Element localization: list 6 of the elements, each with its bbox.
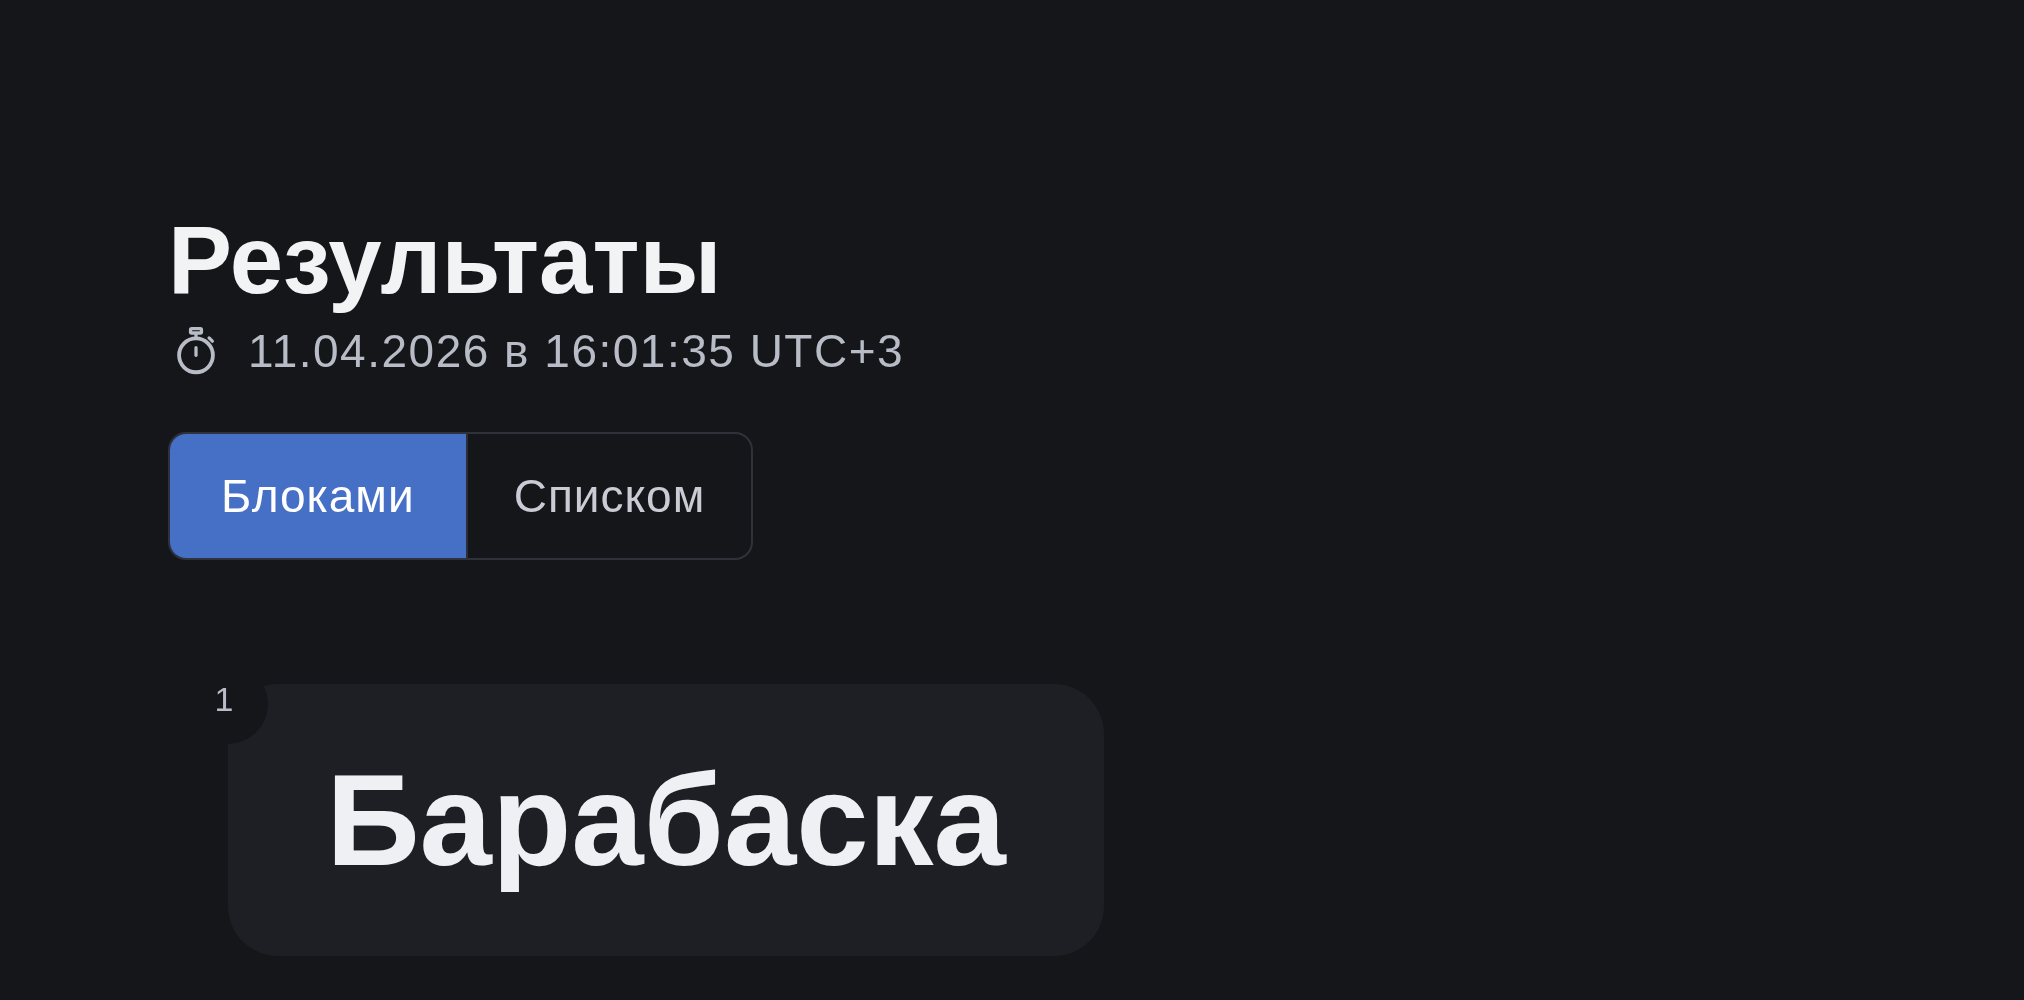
page-title: Результаты bbox=[168, 208, 722, 312]
timestamp-text: 11.04.2026 в 16:01:35 UTC+3 bbox=[248, 324, 905, 378]
stopwatch-icon bbox=[174, 327, 218, 375]
result-name: Барабаска bbox=[325, 745, 1008, 895]
view-tab[interactable]: Списком bbox=[465, 434, 752, 558]
view-tab[interactable]: Блоками bbox=[170, 434, 466, 558]
